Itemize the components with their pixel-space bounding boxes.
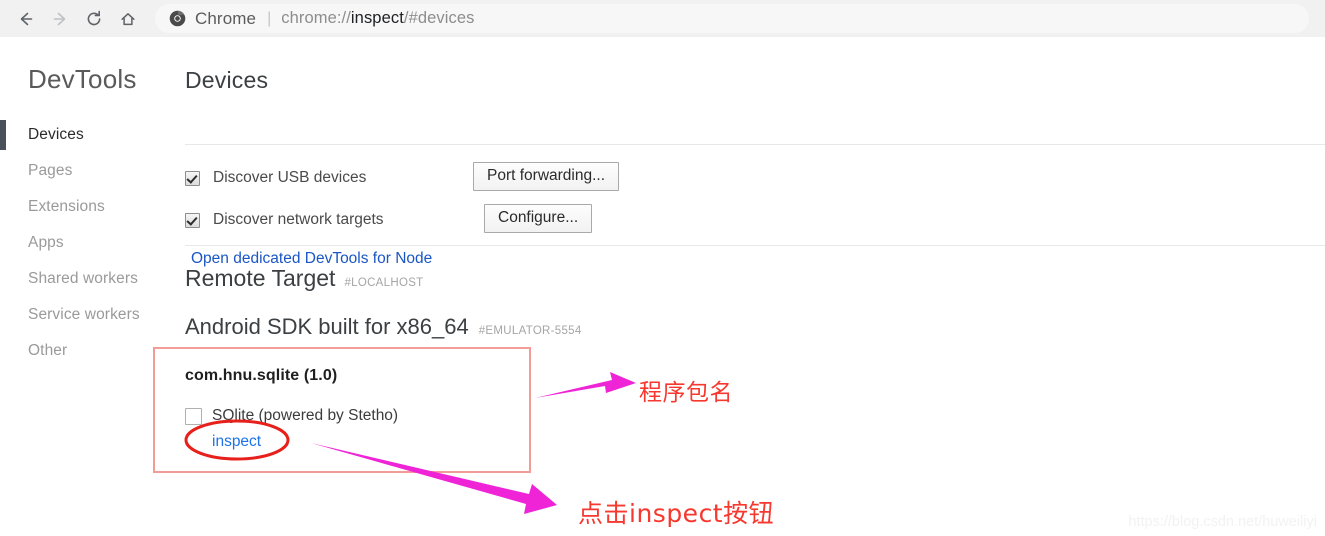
inspect-page: DevTools Devices Pages Extensions Apps S… [0,37,1325,536]
arrow-right-icon [50,9,70,29]
sidebar-item-label: Pages [28,162,73,179]
sidebar-item-label: Extensions [28,198,105,215]
discover-network-checkbox[interactable] [185,212,200,228]
sidebar-item-label: Devices [28,126,84,143]
sidebar-item-shared-workers[interactable]: Shared workers [0,261,185,297]
sidebar-nav: Devices Pages Extensions Apps Shared wor… [0,117,185,369]
remote-target-title: Remote Target [185,265,336,291]
back-button[interactable] [9,2,43,36]
arrow-left-icon [16,9,36,29]
reload-icon [84,9,104,29]
app-package-title: com.hnu.sqlite (1.0) [185,367,338,384]
sidebar-item-label: Shared workers [28,270,138,287]
port-forwarding-button[interactable]: Port forwarding... [473,162,620,191]
discover-usb-checkbox[interactable] [185,170,200,186]
address-bar[interactable]: Chrome | chrome://inspect/#devices [155,4,1309,33]
device-heading: Android SDK built for x86_64 #EMULATOR-5… [185,314,582,340]
remote-target-tag: #LOCALHOST [344,277,424,289]
browser-toolbar: Chrome | chrome://inspect/#devices [0,0,1325,38]
main-content: Devices Discover USB devices Discover ne… [185,37,1325,536]
inspect-target-row: SQlite (powered by Stetho) inspect [185,407,398,451]
sidebar-item-apps[interactable]: Apps [0,225,185,261]
omnibox-app-chip: Chrome [169,9,256,29]
divider-mid [185,245,1325,246]
reload-button[interactable] [77,2,111,36]
discover-usb-label: Discover USB devices [213,169,367,186]
omnibox-separator: | [267,9,272,27]
omnibox-url: chrome://inspect/#devices [281,9,474,28]
omnibox-app-label: Chrome [195,8,257,28]
divider-top [185,144,1325,145]
chrome-logo-icon [169,10,186,27]
sidebar-item-extensions[interactable]: Extensions [0,189,185,225]
sidebar-item-devices[interactable]: Devices [0,117,185,153]
url-scheme: chrome:// [281,9,351,27]
devtools-title: DevTools [28,64,137,94]
target-select-checkbox[interactable] [185,408,202,425]
url-path: /#devices [403,9,475,27]
option-discover-network[interactable]: Discover network targets [185,209,384,231]
discover-network-label: Discover network targets [213,211,384,228]
target-label: SQlite (powered by Stetho) [212,407,399,424]
sidebar-item-pages[interactable]: Pages [0,153,185,189]
option-discover-usb[interactable]: Discover USB devices [185,167,366,189]
home-icon [118,9,138,29]
sidebar-item-other[interactable]: Other [0,333,185,369]
forward-button[interactable] [43,2,77,36]
inspect-link[interactable]: inspect [212,433,398,451]
remote-target-heading: Remote Target #LOCALHOST [185,265,424,292]
sidebar: DevTools Devices Pages Extensions Apps S… [0,37,185,536]
home-button[interactable] [111,2,145,36]
device-serial-tag: #EMULATOR-5554 [478,325,582,337]
sidebar-item-service-workers[interactable]: Service workers [0,297,185,333]
device-name: Android SDK built for x86_64 [185,314,469,339]
url-host: inspect [350,9,404,27]
configure-button[interactable]: Configure... [484,204,593,233]
sidebar-item-label: Other [28,342,68,359]
page-title: Devices [185,67,269,93]
app-entry: com.hnu.sqlite (1.0) SQlite (powered by … [185,367,398,451]
sidebar-item-label: Service workers [28,306,140,323]
sidebar-item-label: Apps [28,234,64,251]
